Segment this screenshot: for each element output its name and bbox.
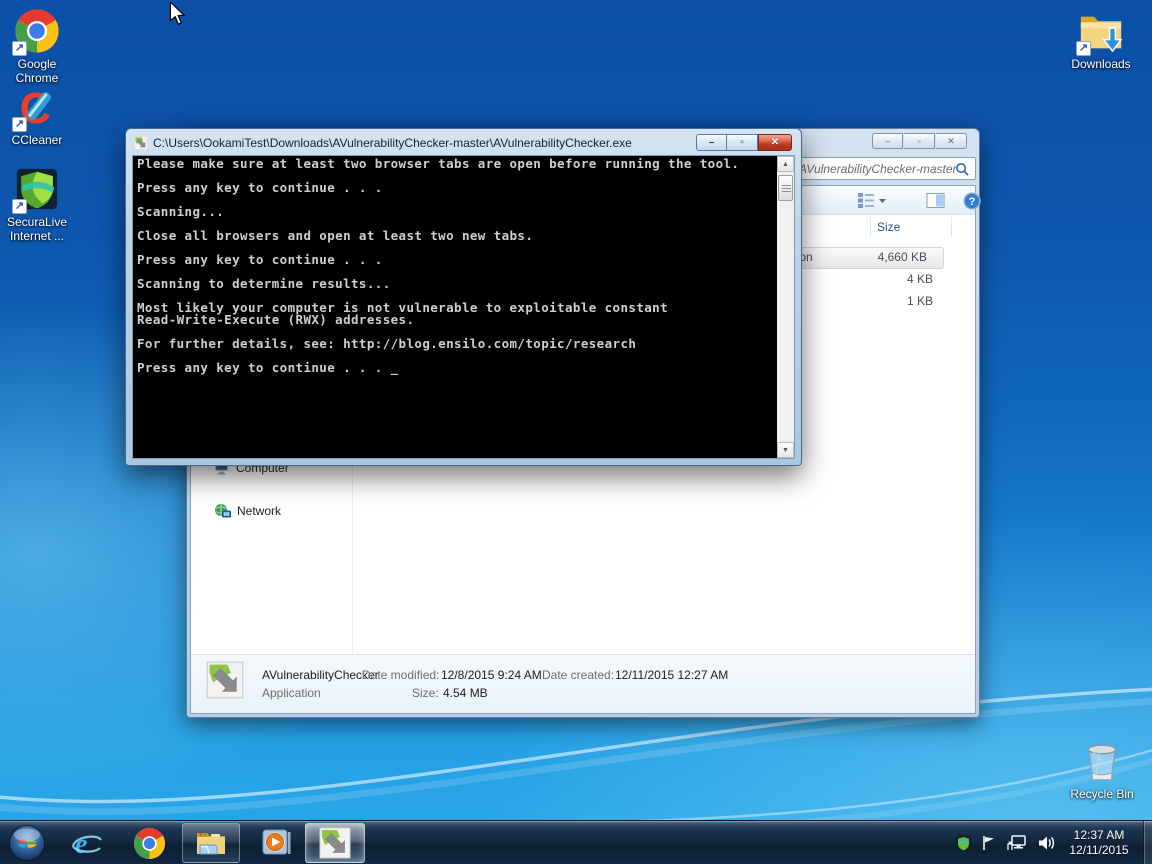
console-title-text: C:\Users\OokamiTest\Downloads\AVulnerabi…: [153, 136, 632, 150]
volume-icon[interactable]: [1037, 834, 1056, 852]
clock-date: 12/11/2015: [1060, 843, 1138, 858]
ccleaner-icon: C ↗: [14, 84, 60, 130]
securalive-icon: ↗: [14, 166, 60, 212]
console-window: C:\Users\OokamiTest\Downloads\AVulnerabi…: [125, 128, 802, 466]
desktop: ↗ Google Chrome C ↗ CCleaner ↗ SecuraLiv…: [0, 0, 1152, 864]
sidebar-item-label: Network: [237, 504, 281, 518]
chrome-icon: ↗: [14, 8, 60, 54]
explorer-taskbar-button[interactable]: [182, 823, 240, 863]
size-label: Size:: [412, 686, 439, 700]
start-button[interactable]: [8, 824, 46, 862]
console-app-icon: [134, 136, 148, 150]
explorer-folder-icon: [194, 828, 228, 858]
explorer-minimize-button[interactable]: –: [872, 133, 903, 149]
console-output-area: Please make sure at least two browser ta…: [132, 155, 795, 459]
column-separator[interactable]: [951, 217, 952, 237]
show-desktop-button[interactable]: [1143, 821, 1152, 864]
views-icon[interactable]: [857, 192, 887, 209]
details-pane: AVulnerabilityChecker Date modified: 12/…: [191, 654, 975, 713]
desktop-icon-securalive[interactable]: ↗ SecuraLive Internet ...: [0, 166, 80, 243]
desktop-icon-label: Google Chrome: [0, 57, 80, 85]
desktop-icon-label: CCleaner: [0, 133, 80, 147]
desktop-icon-label: Recycle Bin: [1059, 787, 1145, 801]
column-header-size[interactable]: Size: [877, 220, 900, 234]
recycle-bin-icon: [1079, 738, 1125, 784]
file-size-cell: 4,660 KB: [878, 250, 927, 264]
network-icon: [214, 503, 231, 519]
svg-text:e: e: [75, 829, 87, 859]
date-created-value: 12/11/2015 12:27 AM: [615, 668, 728, 682]
explorer-close-button[interactable]: ✕: [936, 133, 967, 149]
desktop-icon-google-chrome[interactable]: ↗ Google Chrome: [0, 8, 80, 85]
internet-explorer-icon[interactable]: e: [70, 827, 104, 859]
clock-time: 12:37 AM: [1060, 828, 1138, 843]
help-icon[interactable]: ?: [963, 192, 981, 210]
console-titlebar[interactable]: C:\Users\OokamiTest\Downloads\AVulnerabi…: [134, 134, 674, 151]
date-modified-label: Date modified:: [362, 668, 439, 682]
network-tray-icon[interactable]: [1006, 834, 1028, 852]
desktop-icon-downloads[interactable]: ↗ Downloads: [1058, 8, 1144, 71]
taskbar: e: [0, 820, 1152, 864]
downloads-folder-icon: ↗: [1078, 8, 1124, 54]
taskbar-clock[interactable]: 12:37 AM 12/11/2015: [1060, 828, 1138, 858]
desktop-icon-ccleaner[interactable]: C ↗ CCleaner: [0, 84, 80, 147]
shortcut-arrow-icon: ↗: [12, 117, 27, 132]
mouse-cursor: [168, 2, 186, 26]
avulnerabilitychecker-taskbar-button[interactable]: [305, 823, 365, 863]
file-size-cell: 1 KB: [907, 294, 933, 308]
system-tray: [955, 821, 1056, 864]
scroll-down-button[interactable]: ▼: [777, 442, 794, 458]
shortcut-arrow-icon: ↗: [12, 199, 27, 214]
console-output-text: Please make sure at least two browser ta…: [137, 158, 739, 374]
sidebar-item-network[interactable]: Network: [214, 503, 281, 519]
desktop-icon-recycle-bin[interactable]: Recycle Bin: [1059, 738, 1145, 801]
console-close-button[interactable]: ✕: [758, 134, 792, 151]
app-green-arrow-icon: [319, 827, 351, 859]
size-value: 4.54 MB: [443, 686, 488, 700]
explorer-maximize-button[interactable]: ▫: [904, 133, 935, 149]
scroll-grip: [782, 185, 791, 186]
column-separator[interactable]: [870, 217, 871, 237]
securalive-tray-icon[interactable]: [955, 835, 972, 852]
shortcut-arrow-icon: ↗: [1076, 41, 1091, 56]
console-maximize-button[interactable]: ▫: [727, 134, 758, 151]
scroll-thumb[interactable]: [778, 175, 793, 201]
svg-text:?: ?: [969, 196, 976, 208]
file-size-cell: 4 KB: [907, 272, 933, 286]
date-modified-value: 12/8/2015 9:24 AM: [441, 668, 542, 682]
date-created-label: Date created:: [542, 668, 614, 682]
chrome-taskbar-icon[interactable]: [133, 827, 166, 860]
preview-pane-icon[interactable]: [926, 192, 946, 209]
app-file-icon: [206, 661, 244, 699]
action-center-flag-icon[interactable]: [981, 834, 997, 852]
search-icon[interactable]: [955, 162, 970, 177]
media-player-icon[interactable]: [259, 827, 293, 859]
scroll-up-button[interactable]: ▲: [777, 156, 794, 172]
console-minimize-button[interactable]: –: [696, 134, 727, 151]
shortcut-arrow-icon: ↗: [12, 41, 27, 56]
desktop-icon-label: SecuraLive Internet ...: [0, 215, 80, 243]
console-scrollbar[interactable]: ▲ ▼: [777, 156, 794, 458]
details-file-type: Application: [262, 686, 321, 700]
desktop-icon-label: Downloads: [1058, 57, 1144, 71]
